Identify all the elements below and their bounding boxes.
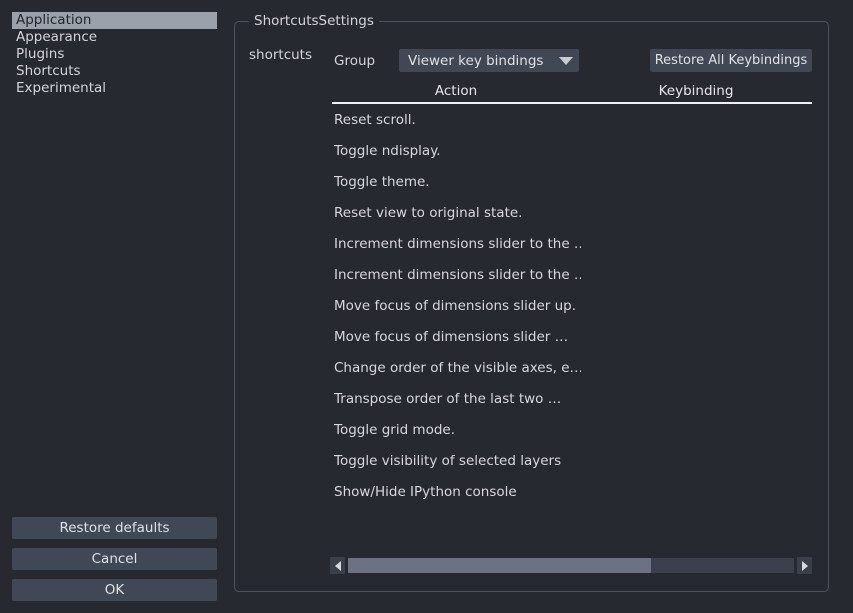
triangle-left-icon[interactable]: [330, 557, 345, 574]
table-row[interactable]: Change order of the visible axes, e….: [332, 352, 812, 383]
table-row[interactable]: Toggle visibility of selected layers: [332, 445, 812, 476]
table-header: Action Keybinding: [332, 82, 812, 104]
table-row[interactable]: Transpose order of the last two …: [332, 383, 812, 414]
group-select[interactable]: Viewer key bindings: [399, 49, 579, 72]
settings-category-list[interactable]: Application Appearance Plugins Shortcuts Exp…: [12, 12, 217, 510]
cell-action: Show/Hide IPython console: [334, 483, 517, 500]
column-header-keybinding[interactable]: Keybinding: [580, 82, 812, 102]
cell-action: Toggle grid mode.: [334, 421, 456, 438]
scrollbar-thumb[interactable]: [348, 558, 652, 573]
sidebar-item-application[interactable]: Application: [12, 12, 217, 29]
group-label: Group: [334, 53, 376, 69]
shortcuts-field-label: shortcuts: [249, 47, 312, 63]
cell-action: Reset view to original state.: [334, 204, 523, 221]
table-row[interactable]: Toggle grid mode.: [332, 414, 812, 445]
cell-action: Change order of the visible axes, e….: [334, 359, 581, 376]
table-row[interactable]: Toggle theme.: [332, 166, 812, 197]
chevron-down-icon: [553, 56, 579, 65]
table-row[interactable]: Increment dimensions slider to the …: [332, 228, 812, 259]
sidebar-item-shortcuts[interactable]: Shortcuts: [12, 63, 217, 80]
scrollbar-track[interactable]: [348, 558, 794, 573]
table-row[interactable]: Show/Hide IPython console: [332, 476, 812, 507]
restore-all-keybindings-button[interactable]: Restore All Keybindings: [650, 49, 812, 72]
column-header-action[interactable]: Action: [332, 82, 580, 102]
cell-action: Transpose order of the last two …: [334, 390, 562, 407]
cell-action: Increment dimensions slider to the …: [334, 266, 581, 283]
table-body: Reset scroll. Toggle ndisplay. Toggle them…: [332, 104, 812, 554]
sidebar-item-appearance[interactable]: Appearance: [12, 29, 217, 46]
table-row[interactable]: Reset scroll.: [332, 104, 812, 135]
ok-button[interactable]: OK: [12, 579, 217, 601]
restore-defaults-button[interactable]: Restore defaults: [12, 517, 217, 539]
groupbox-title: ShortcutsSettings: [249, 13, 379, 29]
sidebar-item-plugins[interactable]: Plugins: [12, 46, 217, 63]
cell-action: Move focus of dimensions slider …: [334, 328, 569, 345]
cell-action: Increment dimensions slider to the …: [334, 235, 581, 252]
group-select-value: Viewer key bindings: [408, 52, 544, 69]
cell-action: Toggle visibility of selected layers: [334, 452, 562, 469]
table-row[interactable]: Increment dimensions slider to the …: [332, 259, 812, 290]
triangle-right-icon[interactable]: [797, 557, 812, 574]
cell-action: Reset scroll.: [334, 111, 416, 128]
table-row[interactable]: Toggle ndisplay.: [332, 135, 812, 166]
table-row[interactable]: Move focus of dimensions slider up.: [332, 290, 812, 321]
sidebar-item-experimental[interactable]: Experimental: [12, 80, 217, 97]
cell-action: Move focus of dimensions slider up.: [334, 297, 577, 314]
cell-action: Toggle theme.: [334, 173, 430, 190]
horizontal-scrollbar[interactable]: [330, 556, 812, 575]
cell-action: Toggle ndisplay.: [334, 142, 441, 159]
cancel-button[interactable]: Cancel: [12, 548, 217, 570]
table-row[interactable]: Reset view to original state.: [332, 197, 812, 228]
keybindings-table: Action Keybinding Reset scroll. Toggle nd…: [332, 82, 812, 553]
table-row[interactable]: Move focus of dimensions slider …: [332, 321, 812, 352]
